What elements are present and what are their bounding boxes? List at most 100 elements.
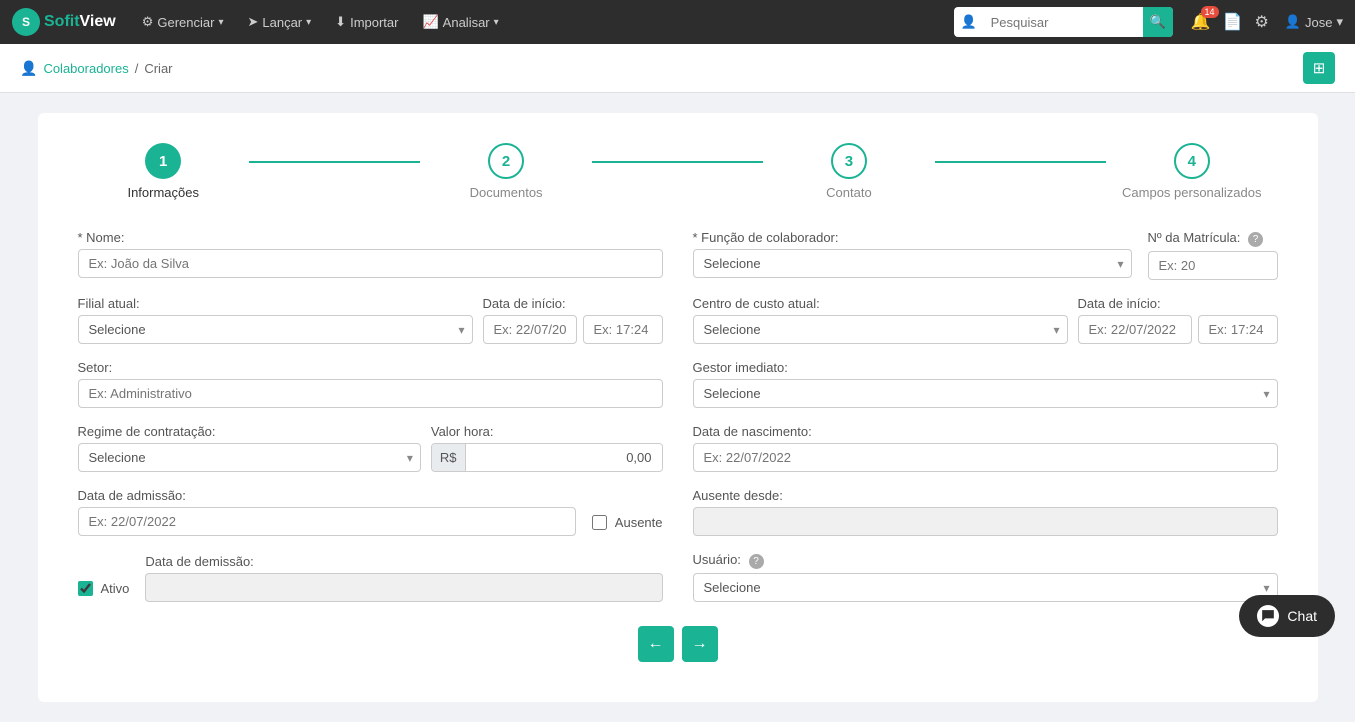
valor-hora-input-group: R$ bbox=[431, 443, 663, 472]
help-icon[interactable]: ? bbox=[1248, 232, 1263, 247]
nav-gerenciar[interactable]: ⚙ Gerenciar ▾ bbox=[134, 0, 232, 44]
gear-icon: ⚙ bbox=[142, 14, 154, 30]
hora-inicio-cc-input[interactable] bbox=[1198, 315, 1278, 344]
data-admissao-group: Data de admissão: bbox=[78, 488, 576, 536]
filial-select-wrapper: Selecione bbox=[78, 315, 473, 344]
launch-icon: ➤ bbox=[247, 14, 258, 30]
usuario-select[interactable]: Selecione bbox=[693, 573, 1278, 602]
data-inicio-filial-input[interactable] bbox=[483, 315, 577, 344]
breadcrumb-current: Criar bbox=[144, 61, 172, 76]
ausente-desde-group: Ausente desde: bbox=[693, 488, 1278, 536]
data-inicio-filial-group: Data de início: bbox=[483, 296, 663, 344]
setor-input[interactable] bbox=[78, 379, 663, 408]
filial-data-group: Filial atual: Selecione Data de início: bbox=[78, 296, 663, 344]
usuario-select-wrapper: Selecione bbox=[693, 573, 1278, 602]
regime-select[interactable]: Selecione bbox=[78, 443, 421, 472]
file-icon[interactable]: 📄 bbox=[1223, 12, 1243, 32]
nome-label: * Nome: bbox=[78, 230, 663, 245]
valor-hora-label: Valor hora: bbox=[431, 424, 663, 439]
step-connector-3 bbox=[935, 161, 1106, 163]
search-box: 👤 🔍 bbox=[954, 7, 1172, 37]
matricula-input[interactable] bbox=[1148, 251, 1278, 280]
data-inicio-cc-row bbox=[1078, 315, 1278, 344]
step-connector-2 bbox=[592, 161, 763, 163]
notification-icon[interactable]: 🔔 14 bbox=[1191, 12, 1211, 32]
form-section: * Nome: * Função de colaborador: Selecio… bbox=[78, 230, 1278, 602]
hora-inicio-filial-input[interactable] bbox=[583, 315, 663, 344]
cc-data-group: Centro de custo atual: Selecione Data de… bbox=[693, 296, 1278, 344]
cc-select-wrapper: Selecione bbox=[693, 315, 1068, 344]
data-demissao-input bbox=[145, 573, 662, 602]
setor-label: Setor: bbox=[78, 360, 663, 375]
logo-icon: S bbox=[12, 8, 40, 36]
regime-group: Regime de contratação: Selecione bbox=[78, 424, 421, 472]
breadcrumb-parent[interactable]: Colaboradores bbox=[43, 61, 128, 76]
data-admissao-input[interactable] bbox=[78, 507, 576, 536]
ausente-checkbox[interactable] bbox=[592, 515, 607, 530]
chevron-down-icon: ▾ bbox=[218, 17, 223, 28]
cc-select[interactable]: Selecione bbox=[693, 315, 1068, 344]
ausente-label: Ausente bbox=[615, 515, 663, 530]
data-nascimento-input[interactable] bbox=[693, 443, 1278, 472]
funcao-group: * Função de colaborador: Selecione bbox=[693, 230, 1132, 280]
step-1-circle: 1 bbox=[145, 143, 181, 179]
regime-label: Regime de contratação: bbox=[78, 424, 421, 439]
step-4[interactable]: 4 Campos personalizados bbox=[1106, 143, 1277, 200]
settings-icon[interactable]: ⚙ bbox=[1254, 12, 1268, 32]
data-inicio-filial-row bbox=[483, 315, 663, 344]
data-demissao-group: Data de demissão: bbox=[145, 554, 662, 602]
step-4-circle: 4 bbox=[1174, 143, 1210, 179]
data-nascimento-label: Data de nascimento: bbox=[693, 424, 1278, 439]
ativo-demissao-group: Ativo Data de demissão: bbox=[78, 552, 663, 602]
form-card: 1 Informações 2 Documentos 3 Contato 4 C… bbox=[38, 113, 1318, 702]
person-small-icon: 👤 bbox=[20, 60, 37, 77]
valor-hora-prefix: R$ bbox=[432, 444, 466, 471]
gestor-label: Gestor imediato: bbox=[693, 360, 1278, 375]
regime-select-wrapper: Selecione bbox=[78, 443, 421, 472]
nav-analisar[interactable]: 📈 Analisar ▾ bbox=[414, 0, 506, 44]
funcao-select[interactable]: Selecione bbox=[693, 249, 1132, 278]
chat-svg-icon bbox=[1261, 609, 1275, 623]
breadcrumb: 👤 Colaboradores / Criar bbox=[20, 60, 173, 77]
chat-icon bbox=[1257, 605, 1279, 627]
admissao-ausente-group: Data de admissão: Ausente bbox=[78, 488, 663, 536]
step-2[interactable]: 2 Documentos bbox=[420, 143, 591, 200]
funcao-label: * Função de colaborador: bbox=[693, 230, 1132, 245]
nav-importar[interactable]: ⬇ Importar bbox=[327, 0, 406, 44]
data-nascimento-group: Data de nascimento: bbox=[693, 424, 1278, 472]
regime-valor-group: Regime de contratação: Selecione Valor h… bbox=[78, 424, 663, 472]
matricula-group: Nº da Matrícula: ? bbox=[1148, 230, 1278, 280]
stepper: 1 Informações 2 Documentos 3 Contato 4 C… bbox=[78, 143, 1278, 200]
gestor-select[interactable]: Selecione bbox=[693, 379, 1278, 408]
ativo-checkbox[interactable] bbox=[78, 581, 93, 596]
data-inicio-cc-label: Data de início: bbox=[1078, 296, 1278, 311]
ativo-label: Ativo bbox=[101, 581, 130, 596]
step-3[interactable]: 3 Contato bbox=[763, 143, 934, 200]
filial-group: Filial atual: Selecione bbox=[78, 296, 473, 344]
gestor-select-wrapper: Selecione bbox=[693, 379, 1278, 408]
step-3-circle: 3 bbox=[831, 143, 867, 179]
breadcrumb-bar: 👤 Colaboradores / Criar ⊞ bbox=[0, 44, 1355, 93]
search-input[interactable] bbox=[983, 15, 1143, 30]
save-icon-button[interactable]: ⊞ bbox=[1303, 52, 1335, 84]
search-button[interactable]: 🔍 bbox=[1143, 7, 1173, 37]
matricula-label: Nº da Matrícula: ? bbox=[1148, 230, 1278, 247]
help-icon-usuario[interactable]: ? bbox=[749, 554, 764, 569]
filial-select[interactable]: Selecione bbox=[78, 315, 473, 344]
data-demissao-label: Data de demissão: bbox=[145, 554, 662, 569]
chat-label: Chat bbox=[1287, 608, 1317, 624]
ausente-desde-label: Ausente desde: bbox=[693, 488, 1278, 503]
chat-button[interactable]: Chat bbox=[1239, 595, 1335, 637]
nav-lancar[interactable]: ➤ Lançar ▾ bbox=[239, 0, 319, 44]
nome-input[interactable] bbox=[78, 249, 663, 278]
step-1-label: Informações bbox=[127, 185, 199, 200]
data-admissao-label: Data de admissão: bbox=[78, 488, 576, 503]
user-menu[interactable]: 👤 Jose ▾ bbox=[1285, 14, 1343, 30]
nome-group: * Nome: bbox=[78, 230, 663, 280]
notification-badge: 14 bbox=[1201, 6, 1219, 18]
data-inicio-cc-input[interactable] bbox=[1078, 315, 1192, 344]
data-inicio-filial-label: Data de início: bbox=[483, 296, 663, 311]
valor-hora-group-outer: Valor hora: R$ bbox=[431, 424, 663, 472]
valor-hora-input[interactable] bbox=[466, 444, 662, 471]
step-connector-1 bbox=[249, 161, 420, 163]
